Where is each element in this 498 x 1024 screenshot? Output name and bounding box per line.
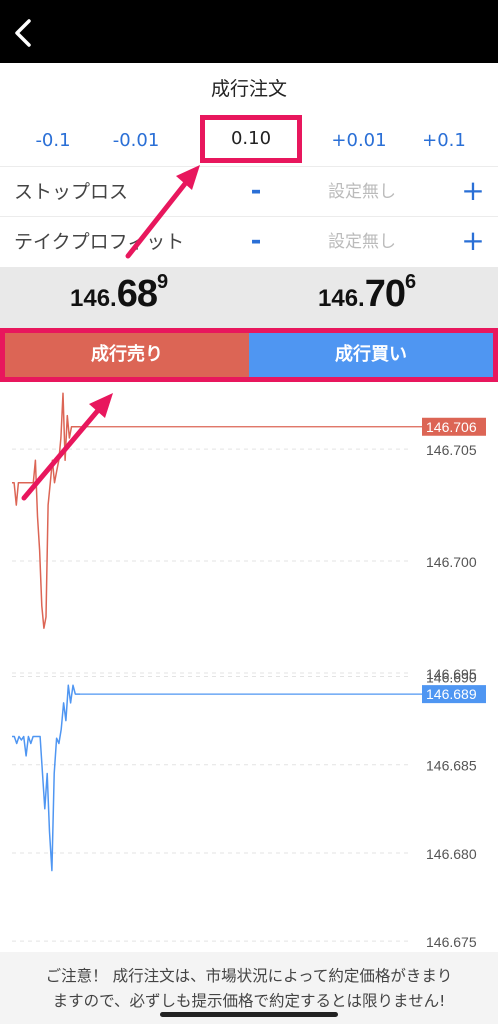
stop-loss-value[interactable]: 設定無し	[300, 167, 424, 217]
y-tick-label: 146.705	[426, 442, 477, 458]
lot-increase-0.01-button[interactable]: +0.01	[318, 115, 400, 167]
current-price-label-buy: 146.689	[426, 686, 477, 702]
stop-loss-row: ストップロス - 設定無し +	[0, 166, 498, 216]
take-profit-label: テイクプロフィット	[14, 231, 185, 253]
bid-price-prefix: 146.	[70, 285, 117, 312]
price-band: 146.689 146.706	[0, 267, 498, 329]
ask-price: 146.706	[318, 271, 416, 327]
home-indicator	[160, 1012, 338, 1017]
lot-increase-0.1-button[interactable]: +0.1	[406, 115, 482, 167]
lot-decrease-0.1-button[interactable]: -0.1	[14, 115, 92, 167]
y-tick-label: 146.690	[426, 669, 477, 685]
market-buy-button[interactable]: 成行買い	[249, 333, 493, 377]
trade-buttons: 成行売り 成行買い	[0, 328, 498, 382]
take-profit-minus-button[interactable]: -	[244, 217, 268, 267]
take-profit-row: テイクプロフィット - 設定無し +	[0, 216, 498, 266]
notice-line-2: ますので、必ずしも提示価格で約定するとは限りません!	[52, 992, 446, 1010]
page-title: 成行注文	[210, 78, 287, 100]
top-bar	[0, 0, 498, 63]
bid-price-fraction: 9	[157, 271, 169, 293]
price-line-buy	[12, 684, 80, 872]
take-profit-plus-button[interactable]: +	[458, 217, 488, 267]
back-button[interactable]	[6, 14, 40, 52]
y-tick-label: 146.680	[426, 846, 477, 862]
y-tick-label: 146.675	[426, 934, 477, 950]
current-price-label-sell: 146.706	[426, 419, 477, 435]
chevron-left-icon	[15, 19, 31, 47]
notice-line-1: ご注意！ 成行注文は、市場状況によって約定価格がきまり	[45, 967, 453, 985]
price-line-sell	[12, 392, 80, 629]
ask-price-pips: 70	[364, 273, 406, 315]
bid-price-pips: 68	[116, 273, 158, 315]
ask-price-prefix: 146.	[318, 285, 365, 312]
y-tick-label: 146.700	[426, 554, 477, 570]
stop-loss-plus-button[interactable]: +	[458, 167, 488, 217]
market-sell-button[interactable]: 成行売り	[5, 333, 249, 377]
bid-price: 146.689	[70, 271, 168, 327]
stop-loss-minus-button[interactable]: -	[244, 167, 268, 217]
take-profit-value[interactable]: 設定無し	[300, 217, 424, 267]
lot-size-row: -0.1 -0.01 0.10 +0.01 +0.1	[0, 115, 498, 167]
tick-chart: 146.705146.700146.695146.706146.690146.6…	[12, 392, 486, 950]
ask-price-fraction: 6	[405, 271, 417, 293]
y-tick-label: 146.685	[426, 758, 477, 774]
stop-loss-label: ストップロス	[14, 181, 129, 203]
lot-size-field[interactable]: 0.10	[200, 115, 302, 163]
lot-decrease-0.01-button[interactable]: -0.01	[96, 115, 176, 167]
